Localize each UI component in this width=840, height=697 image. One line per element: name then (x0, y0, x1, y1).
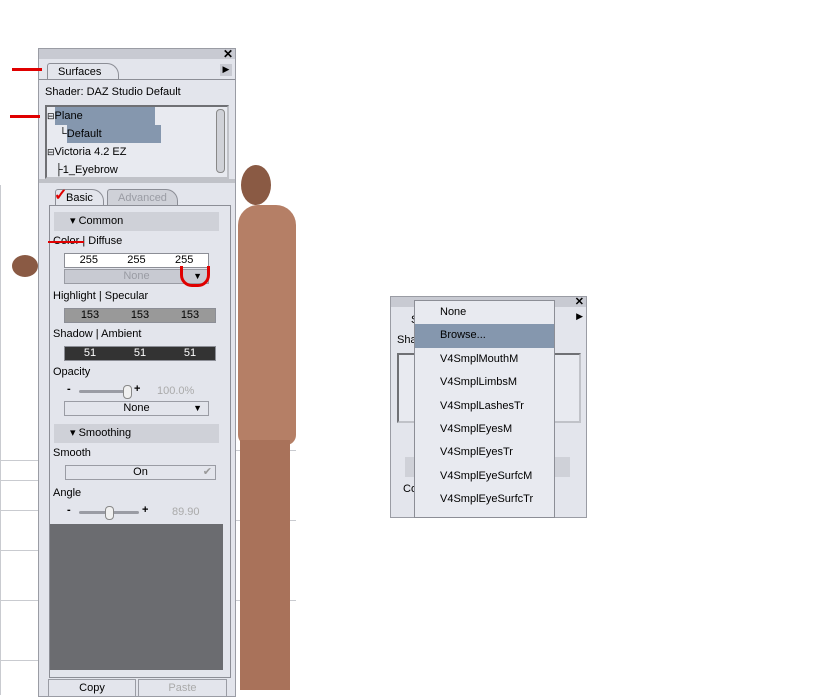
menu-item[interactable]: V4SmplLashesTr (415, 395, 554, 418)
section-label: Common (78, 215, 124, 227)
shader-label: Shader: DAZ Studio Default (45, 86, 181, 98)
minus-icon[interactable]: - (67, 383, 71, 395)
smoothing-section-header[interactable]: ▾ Smoothing (54, 424, 219, 443)
tab-advanced[interactable]: Advanced (107, 189, 178, 206)
minus-icon[interactable]: - (67, 504, 71, 516)
common-section-header[interactable]: ▾ Common (54, 212, 219, 231)
tab-label: Advanced (118, 192, 167, 204)
button-label: Paste (168, 682, 197, 694)
opacity-value[interactable]: 100.0% (157, 385, 194, 397)
color-b: 153 (180, 309, 200, 321)
menu-item-browse[interactable]: Browse... (415, 324, 554, 348)
menu-item[interactable]: V4SmplEyeSurfcTr (415, 488, 554, 511)
tree-label: Plane (54, 107, 155, 125)
menu-item[interactable]: V4SmplEyeSurfcM (415, 465, 554, 488)
menu-item[interactable]: V4SmplEyesM (415, 418, 554, 441)
color-g: 255 (127, 254, 146, 266)
dropdown-value: None (123, 270, 150, 282)
tab-surfaces[interactable]: Surfaces (47, 63, 119, 80)
tree-item-eyebrow[interactable]: ├1_Eyebrow (47, 161, 227, 177)
menu-item-none[interactable]: None (415, 301, 554, 324)
tab-label: Surfaces (58, 66, 102, 78)
opacity-map-dropdown[interactable]: None ▼ (64, 401, 209, 416)
highlight-field[interactable]: 153 153 153 (64, 308, 216, 323)
slider-handle[interactable] (105, 506, 114, 520)
copy-button[interactable]: Copy (48, 679, 136, 697)
angle-label: Angle (53, 487, 82, 499)
panel-titlebar[interactable] (39, 49, 235, 59)
color-b: 51 (183, 347, 197, 359)
surface-tree[interactable]: ⊟Plane └Default ⊟Victoria 4.2 EZ ├1_Eyeb… (45, 105, 229, 179)
color-r: 255 (79, 254, 98, 266)
plus-icon[interactable]: + (142, 504, 148, 516)
chevron-down-icon: ▼ (193, 403, 202, 413)
highlight-label: Highlight | Specular (53, 290, 149, 302)
preview-area (50, 524, 223, 670)
color-r: 153 (80, 309, 100, 321)
panel-menu-arrow-icon[interactable]: ▶ (576, 311, 583, 322)
tree-label: Default (66, 125, 161, 143)
color-map-menu[interactable]: None Browse... V4SmplMouthM V4SmplLimbsM… (414, 300, 555, 518)
opacity-label: Opacity (53, 366, 91, 378)
shadow-field[interactable]: 51 51 51 (64, 346, 216, 361)
angle-value[interactable]: 89.90 (172, 506, 200, 518)
surfaces-panel: ✕ Surfaces ▶ Shader: DAZ Studio Default … (38, 47, 236, 697)
tree-item-victoria[interactable]: ⊟Victoria 4.2 EZ (47, 143, 227, 161)
tree-item-default[interactable]: └Default (47, 125, 227, 143)
color-g: 51 (133, 347, 147, 359)
tree-item-plane[interactable]: ⊟Plane (47, 107, 227, 125)
tree-label: Victoria 4.2 EZ (54, 146, 127, 158)
tree-label: 1_Eyebrow (62, 164, 118, 176)
paste-button[interactable]: Paste (138, 679, 227, 697)
menu-item[interactable]: V4SmplMouthM (415, 348, 554, 371)
slider-handle[interactable] (123, 385, 132, 399)
color-g: 153 (130, 309, 150, 321)
toggle-value: On (133, 466, 148, 478)
menu-item[interactable]: V4SmplEyesTr (415, 441, 554, 464)
panel-menu-arrow-icon[interactable]: ▶ (220, 64, 232, 76)
close-icon[interactable]: ✕ (223, 47, 233, 61)
tab-label: Basic (66, 192, 93, 204)
color-r: 51 (83, 347, 97, 359)
smooth-toggle[interactable]: On ✔ (65, 465, 216, 480)
button-label: Copy (79, 682, 105, 694)
plus-icon[interactable]: + (134, 383, 140, 395)
checkmark-icon: ✔ (202, 466, 212, 478)
menu-item[interactable]: V4SmplLimbsM (415, 371, 554, 394)
section-label: Smoothing (78, 427, 132, 439)
smooth-label: Smooth (53, 447, 91, 459)
tree-scrollbar[interactable] (216, 109, 225, 173)
dropdown-value: None (123, 402, 150, 414)
close-icon[interactable]: ✕ (575, 297, 584, 308)
shadow-label: Shadow | Ambient (53, 328, 142, 340)
